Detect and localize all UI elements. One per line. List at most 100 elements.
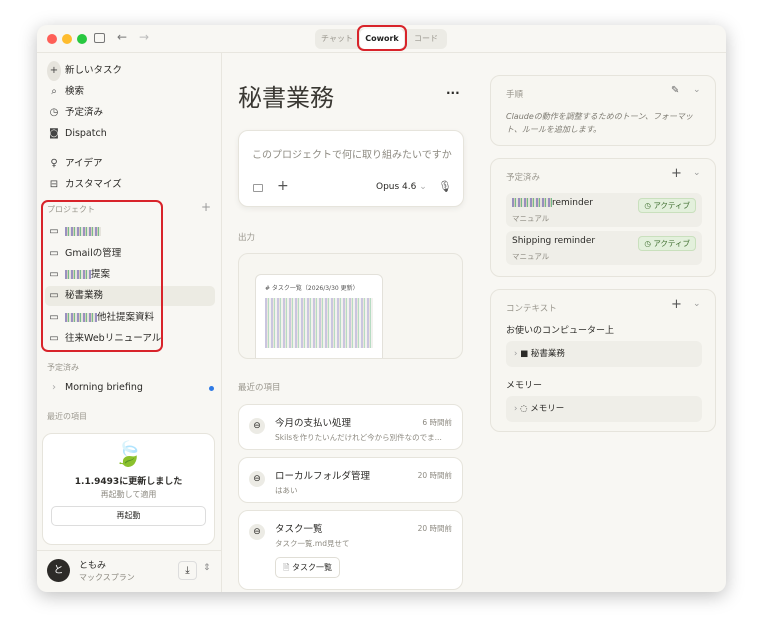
status-label: アクティブ [653,239,690,248]
instructions-text: Claudeの動作を調整するためのトーン、フォーマット、ルールを追加します。 [506,112,693,134]
memory-item[interactable]: › ◌ メモリー [506,396,702,422]
lightbulb-icon: ♀ [50,158,58,169]
app-window: ← → チャット Cowork コード + 新しいタスク ⌕ 検索 ◷ 予定済み ◙ D… [37,25,726,592]
recent-time: 6 時間前 [422,418,452,427]
add-scheduled-icon[interactable]: + [671,166,682,181]
chat-bubble-icon: ⊖ [249,418,265,434]
search-icon: ⌕ [51,86,57,97]
chevron-down-icon[interactable]: ⌄ [693,299,701,309]
divider [37,550,222,551]
scheduled-heading: 予定済み [506,173,541,183]
scheduled-item[interactable]: Shipping reminder マニュアル ◷ アクティブ [506,231,702,265]
forward-arrow-icon[interactable]: → [139,30,149,44]
context-heading: コンテキスト [506,304,557,314]
attachment-chip[interactable]: 🗎 タスク一覧 [275,557,340,578]
chat-bubble-icon: ⊖ [249,524,265,540]
scheduled-item[interactable]: › Morning briefing [45,378,215,398]
microphone-icon[interactable]: 🎙 [438,180,452,193]
model-selector[interactable]: Opus 4.6 ⌄ [376,182,427,192]
clock-icon: ◷ [644,201,651,210]
chevron-right-icon: › [514,404,518,414]
chevron-right-icon: › [514,349,518,359]
avatar[interactable]: と [47,559,70,582]
user-plan: マックスプラン [79,573,135,582]
status-badge: ◷ アクティブ [638,236,696,251]
recent-heading: 最近の項目 [47,412,87,421]
new-task-button[interactable]: + 新しいタスク [45,61,215,81]
clock-icon: ◷ [644,239,651,248]
document-heading: # タスク一覧（2026/3/30 更新） [265,285,359,292]
dispatch-icon: ◙ [49,128,59,139]
sidebar-item-scheduled[interactable]: ◷ 予定済み [45,103,215,123]
plus-icon: + [47,61,61,81]
recent-item[interactable]: ⊖ ローカルフォルダ管理 20 時間前 はあい [238,457,463,503]
recent-title: ローカルフォルダ管理 [275,471,371,482]
recent-snippet: タスク一覧.md見せて [275,539,350,548]
computer-heading: お使いのコンピューター上 [506,326,615,336]
recent-title: 今月の支払い処理 [275,418,352,429]
folder-icon[interactable] [253,184,263,192]
sidebar-item-search[interactable]: ⌕ 検索 [45,82,215,102]
nav-label: カスタマイズ [65,179,122,190]
page-title: 秘書業務 [238,84,334,112]
restart-button[interactable]: 再起動 [51,506,206,526]
update-card: 🍃 1.1.9493に更新しました 再起動して適用 再起動 [42,433,215,545]
chevron-down-icon[interactable]: ⌄ [693,168,701,178]
prompt-input[interactable]: このプロジェクトで何に取り組みたいですか [252,146,457,161]
attachment-label: タスク一覧 [291,563,332,572]
document-thumbnail[interactable]: # タスク一覧（2026/3/30 更新） [255,274,383,358]
recent-title: タスク一覧 [275,524,323,535]
recent-item[interactable]: ⊖ 今月の支払い処理 6 時間前 Skilsを作りたいんだけれど今から別件なので… [238,404,463,450]
scheduled-item[interactable]: reminder マニュアル ◷ アクティブ [506,193,702,227]
folder-label: 秘書業務 [530,349,565,359]
recent-heading: 最近の項目 [238,383,281,393]
unread-dot [209,386,214,391]
scheduled-heading: 予定済み [47,363,79,372]
folder-icon: ■ [520,349,529,359]
add-project-icon[interactable]: + [201,200,211,214]
redacted-content [265,298,373,348]
output-heading: 出力 [238,233,256,243]
nav-label: アイデア [65,158,103,169]
title-bar: ← → チャット Cowork コード [37,25,726,53]
sidebar: + 新しいタスク ⌕ 検索 ◷ 予定済み ◙ Dispatch ♀ アイデア ⊟ カスタマイ… [37,53,222,592]
context-panel: コンテキスト + ⌄ お使いのコンピューター上 › ■ 秘書業務 メモリー › … [490,289,716,432]
maximize-window-button[interactable] [77,34,87,44]
more-options-button[interactable]: ... [446,83,460,97]
add-context-icon[interactable]: + [671,297,682,312]
tab-code[interactable]: コード [407,29,445,49]
recent-time: 20 時間前 [417,524,452,533]
scheduled-name: reminder [552,198,593,208]
chevron-updown-icon[interactable]: ⇕ [203,563,211,573]
instructions-heading: 手順 [506,90,524,100]
minimize-window-button[interactable] [62,34,72,44]
plus-icon[interactable]: + [277,178,289,194]
edit-pencil-icon[interactable]: ✎ [671,85,679,96]
close-window-button[interactable] [47,34,57,44]
sidebar-item-dispatch[interactable]: ◙ Dispatch [45,124,215,144]
update-subtitle: 再起動して適用 [100,490,157,499]
output-card[interactable]: # タスク一覧（2026/3/30 更新） [238,253,463,359]
tab-chat[interactable]: チャット [317,29,357,49]
leaf-icon: 🍃 [113,440,144,468]
highlight-annotation [41,200,163,352]
scheduled-type: マニュアル [512,252,550,261]
model-label: Opus 4.6 [376,182,417,192]
chat-bubble-icon: ⊖ [249,471,265,487]
folder-item[interactable]: › ■ 秘書業務 [506,341,702,367]
sidebar-item-ideas[interactable]: ♀ アイデア [45,154,215,174]
memory-label: メモリー [530,404,565,414]
recent-item[interactable]: ⊖ タスク一覧 20 時間前 タスク一覧.md見せて 🗎 タスク一覧 [238,510,463,590]
status-badge: ◷ アクティブ [638,198,696,213]
chevron-down-icon[interactable]: ⌄ [693,85,701,95]
sidebar-toggle-icon[interactable] [94,33,105,43]
recent-time: 20 時間前 [417,471,452,480]
toolbox-icon: ⊟ [49,179,59,190]
prompt-box[interactable]: このプロジェクトで何に取り組みたいですか + Opus 4.6 ⌄ 🎙 [238,130,464,207]
sidebar-item-customize[interactable]: ⊟ カスタマイズ [45,175,215,195]
download-icon[interactable]: ⤓ [178,561,197,580]
highlight-annotation [357,25,407,51]
scheduled-name: Shipping reminder [512,236,596,246]
clock-icon: ◷ [49,107,59,118]
back-arrow-icon[interactable]: ← [117,30,127,44]
